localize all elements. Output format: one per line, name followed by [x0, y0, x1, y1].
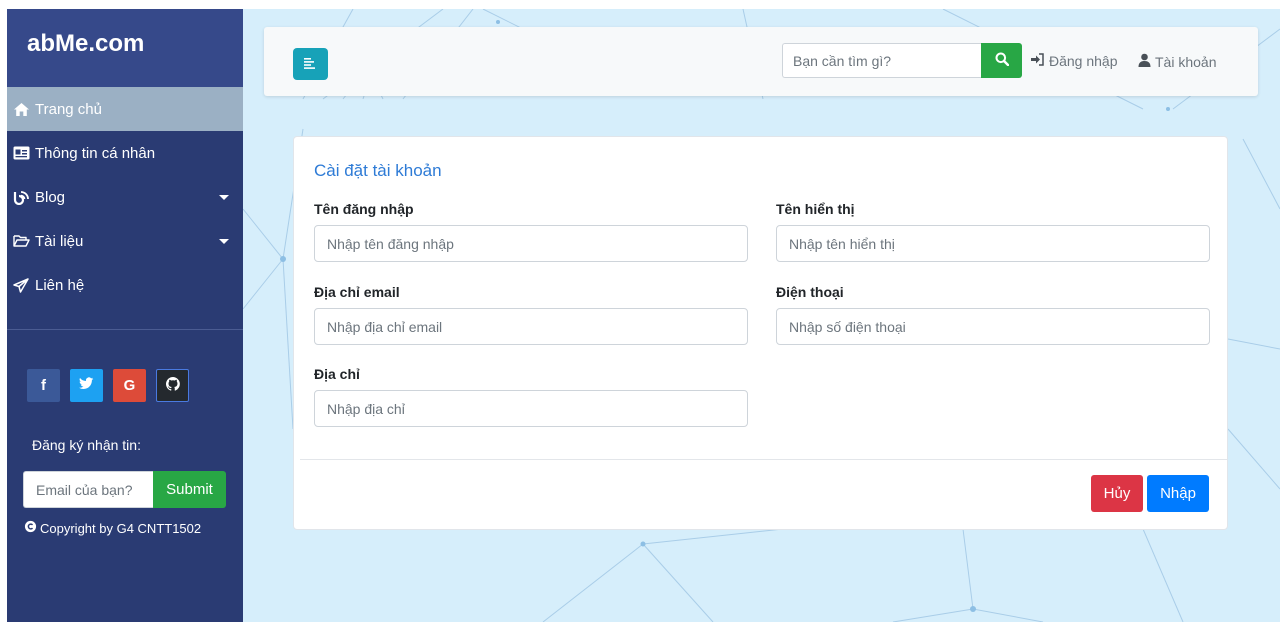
user-icon — [1138, 53, 1151, 70]
account-link[interactable]: Tài khoản — [1138, 53, 1216, 70]
copyright-icon — [24, 520, 37, 536]
address-label: Địa chỉ — [314, 366, 360, 382]
align-left-icon — [304, 56, 317, 73]
sidebar-item-label: Trang chủ — [35, 100, 102, 118]
sidebar-divider — [7, 329, 243, 330]
blog-icon — [13, 190, 33, 205]
copyright: Copyright by G4 CNTT1502 — [24, 520, 201, 536]
display-name-label: Tên hiển thị — [776, 201, 855, 217]
search-icon — [995, 52, 1009, 69]
email-input[interactable] — [314, 308, 748, 345]
card-footer-divider — [300, 459, 1227, 460]
username-input[interactable] — [314, 225, 748, 262]
display-name-input[interactable] — [776, 225, 1210, 262]
social-links: f G — [27, 369, 189, 402]
home-icon — [13, 102, 33, 117]
chevron-down-icon — [219, 239, 229, 244]
newsletter-label: Đăng ký nhận tin: — [32, 437, 141, 453]
login-link[interactable]: Đăng nhập — [1030, 53, 1118, 69]
phone-label: Điện thoại — [776, 284, 844, 300]
sidebar-item-documents[interactable]: Tài liệu — [7, 219, 243, 263]
sidebar-item-blog[interactable]: Blog — [7, 175, 243, 219]
username-label: Tên đăng nhập — [314, 201, 414, 217]
sidebar: abMe.com Trang chủ Thông tin cá nhân Blo… — [7, 9, 243, 622]
facebook-icon: f — [41, 377, 46, 394]
google-button[interactable]: G — [113, 369, 146, 402]
id-card-icon — [13, 146, 33, 160]
search-button[interactable] — [981, 43, 1022, 78]
github-button[interactable] — [156, 369, 189, 402]
twitter-icon — [79, 377, 94, 394]
newsletter-submit-button[interactable]: Submit — [153, 471, 226, 508]
search-form — [782, 43, 1022, 78]
newsletter-form: Submit — [23, 471, 226, 508]
sidebar-item-label: Tài liệu — [35, 232, 84, 250]
sidebar-item-label: Liên hệ — [35, 276, 85, 294]
account-label: Tài khoản — [1155, 53, 1217, 70]
twitter-button[interactable] — [70, 369, 103, 402]
sidebar-item-profile[interactable]: Thông tin cá nhân — [7, 131, 243, 175]
brand-logo[interactable]: abMe.com — [7, 9, 243, 87]
sidebar-toggle-button[interactable] — [293, 48, 328, 80]
newsletter-email-input[interactable] — [23, 471, 153, 508]
folder-open-icon — [13, 234, 33, 248]
top-navbar: Đăng nhập Tài khoản — [264, 27, 1258, 96]
sidebar-item-label: Thông tin cá nhân — [35, 144, 156, 162]
facebook-button[interactable]: f — [27, 369, 60, 402]
sidebar-item-contact[interactable]: Liên hệ — [7, 263, 243, 307]
address-input[interactable] — [314, 390, 748, 427]
github-icon — [165, 376, 180, 395]
email-label: Địa chỉ email — [314, 284, 400, 300]
google-icon: G — [123, 377, 136, 394]
page-title: Cài đặt tài khoản — [314, 161, 442, 180]
sidebar-item-home[interactable]: Trang chủ — [7, 87, 243, 131]
account-settings-card: Cài đặt tài khoản Tên đăng nhập Tên hiển… — [293, 136, 1228, 530]
copyright-text: Copyright by G4 CNTT1502 — [40, 520, 202, 536]
chevron-down-icon — [219, 195, 229, 200]
phone-input[interactable] — [776, 308, 1210, 345]
cancel-button[interactable]: Hủy — [1091, 475, 1143, 512]
sign-in-icon — [1030, 53, 1045, 69]
search-input[interactable] — [782, 43, 981, 78]
paper-plane-icon — [13, 277, 33, 293]
submit-button[interactable]: Nhập — [1147, 475, 1209, 512]
sidebar-item-label: Blog — [35, 188, 66, 206]
login-label: Đăng nhập — [1049, 53, 1118, 69]
